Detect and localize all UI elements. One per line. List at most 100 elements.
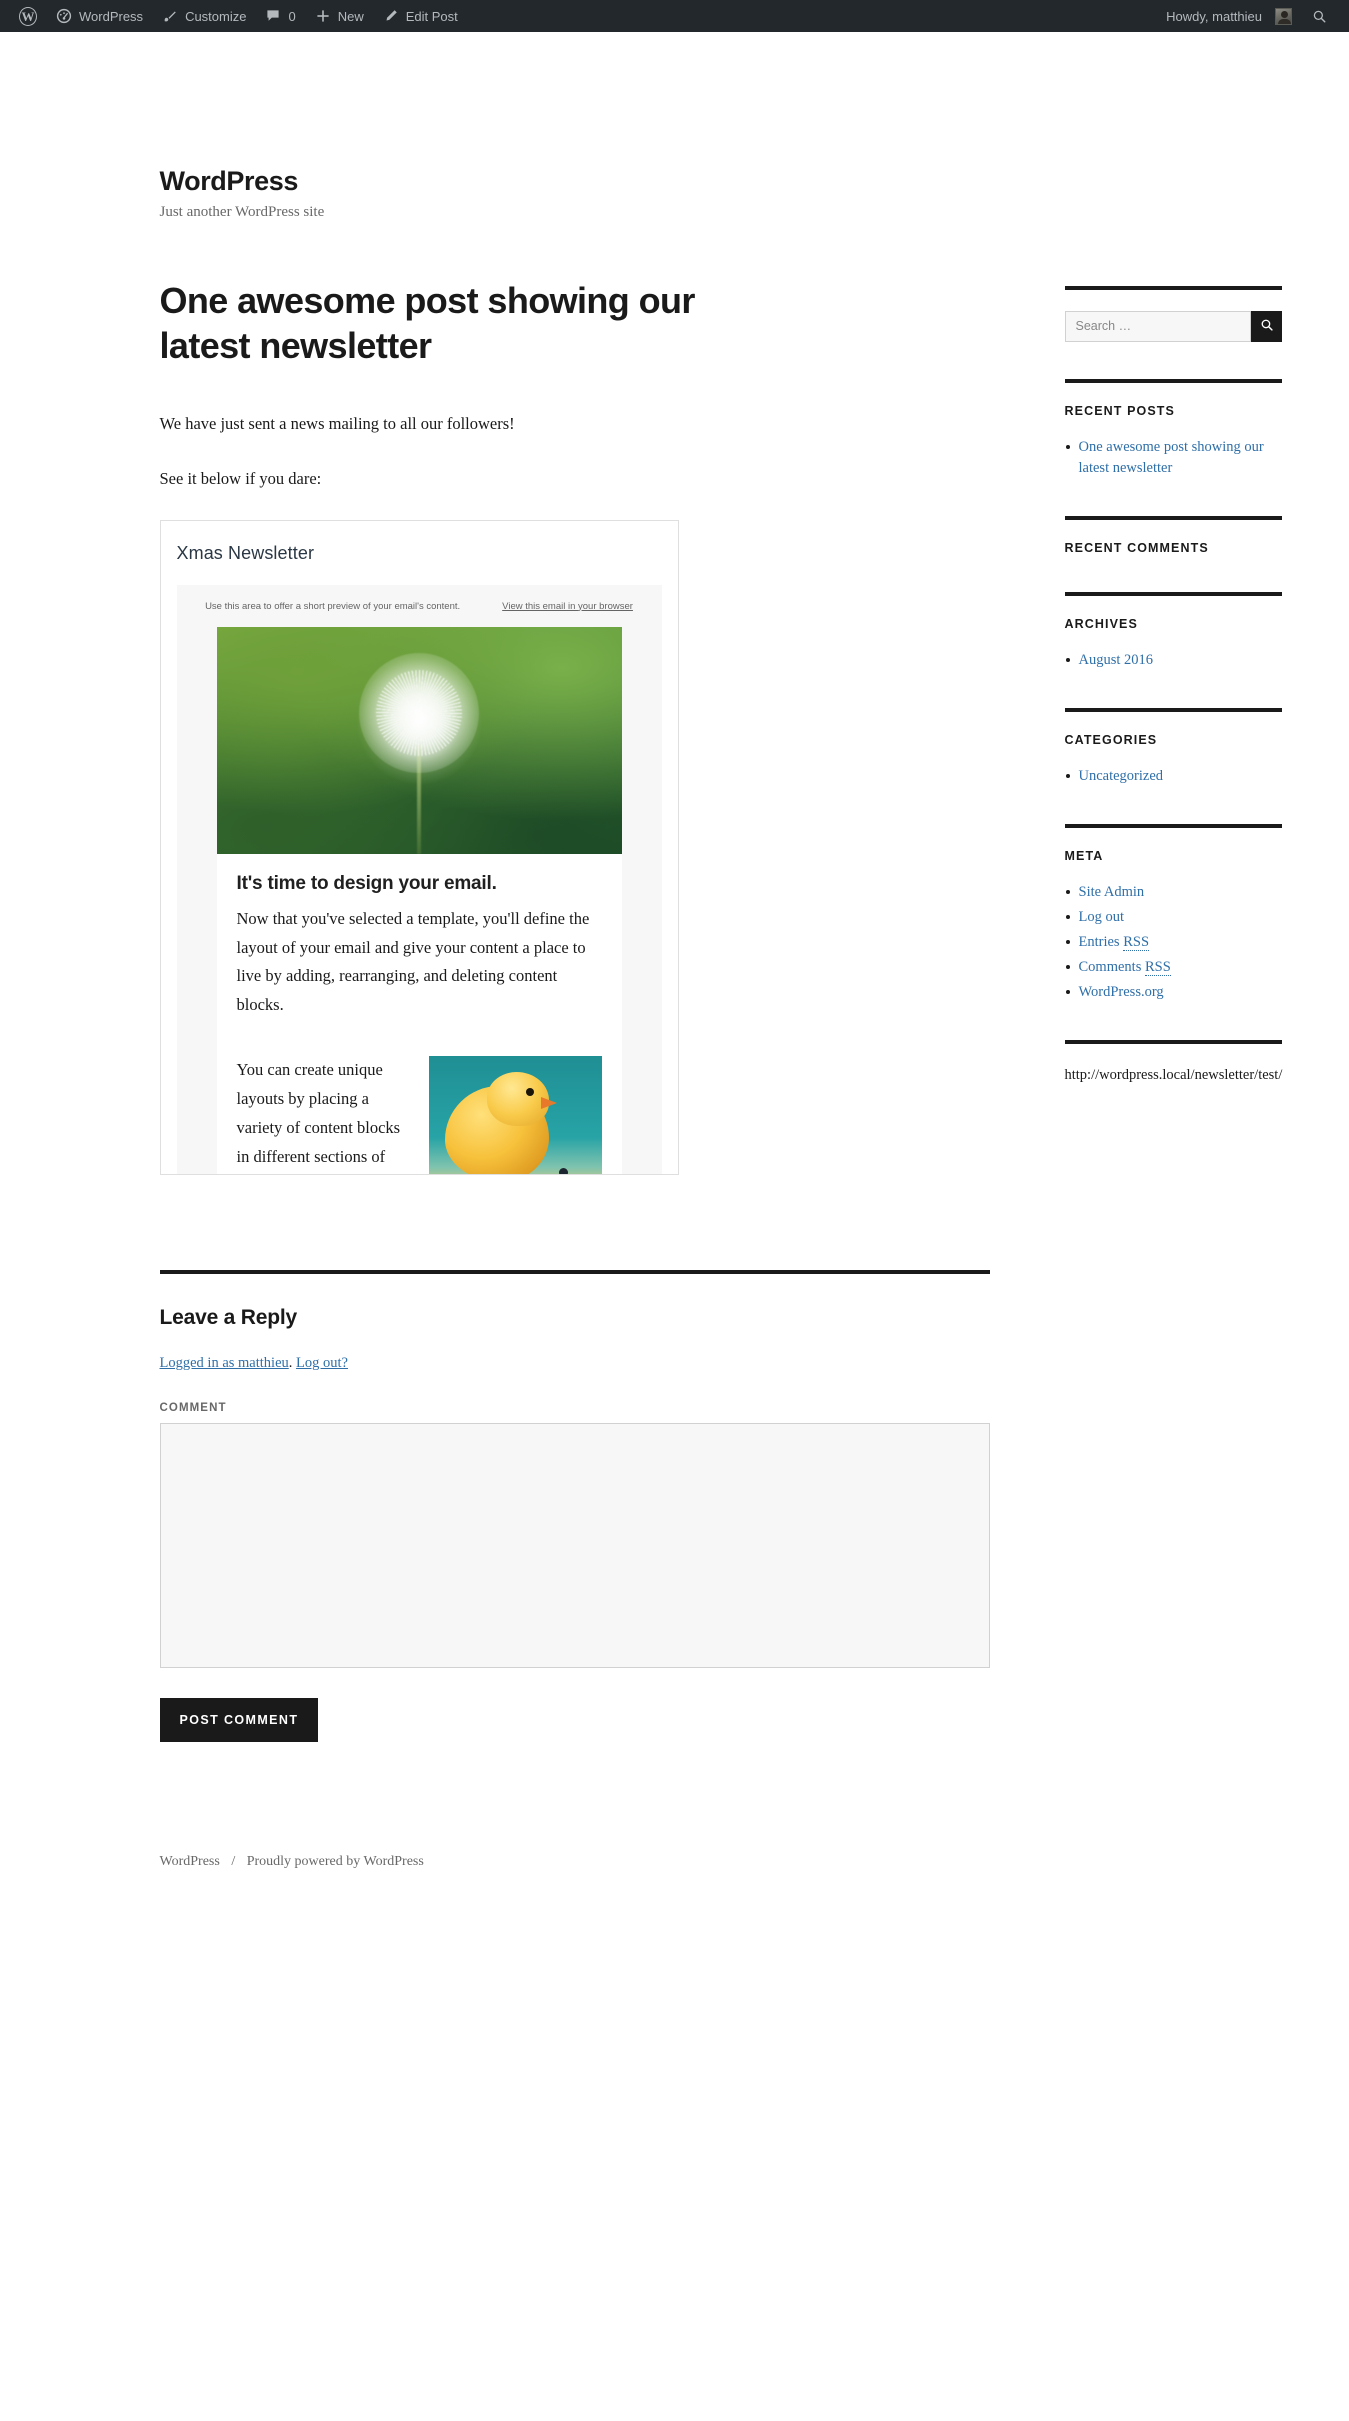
meta-link-entries-rss[interactable]: Entries RSS bbox=[1079, 933, 1150, 951]
widget-title-archives: Archives bbox=[1064, 616, 1138, 631]
newsletter-preview-frame[interactable]: Xmas Newsletter Use this area to offer a… bbox=[159, 519, 679, 1175]
list-item: Entries RSS bbox=[1065, 932, 1283, 953]
site-header: WordPress Just another WordPress site bbox=[160, 32, 1270, 223]
search-submit-button[interactable] bbox=[1251, 310, 1283, 342]
admin-bar-comment-count: 0 bbox=[288, 8, 296, 24]
rss-abbr: RSS bbox=[1144, 959, 1171, 976]
newsletter-preheader-text: Use this area to offer a short preview o… bbox=[205, 600, 461, 612]
admin-bar-left: W WordPress Customize 0 New Edit Post bbox=[0, 0, 467, 32]
entry-content: We have just sent a news mailing to all … bbox=[159, 410, 960, 1175]
howdy-label: Howdy, matthieu bbox=[1166, 8, 1262, 24]
newsletter-two-columns: You can create unique layouts by placing… bbox=[217, 1046, 622, 1175]
logged-in-user-link[interactable]: Logged in as matthieu bbox=[160, 1355, 289, 1371]
widget-search bbox=[1064, 285, 1283, 342]
dashboard-icon bbox=[55, 7, 73, 25]
comment-bubble-icon bbox=[264, 7, 282, 25]
comment-textarea[interactable] bbox=[159, 1422, 990, 1668]
list-item: WordPress.org bbox=[1065, 982, 1283, 1003]
admin-bar-right: Howdy, matthieu bbox=[1157, 0, 1349, 32]
widget-title-recent-comments: Recent Comments bbox=[1064, 540, 1209, 555]
meta-link-wordpress-org[interactable]: WordPress.org bbox=[1079, 984, 1164, 1000]
newsletter-canvas: It's time to design your email. Now that… bbox=[216, 626, 622, 1175]
newsletter-column-paragraph: You can create unique layouts by placing… bbox=[236, 1060, 401, 1166]
paintbrush-icon bbox=[161, 7, 179, 25]
comment-field-label: Comment bbox=[159, 1401, 227, 1414]
list-item: Site Admin bbox=[1065, 882, 1283, 903]
horizon-line bbox=[429, 1174, 602, 1175]
widget-recent-posts: Recent Posts One awesome post showing ou… bbox=[1064, 378, 1283, 479]
pencil-icon bbox=[382, 7, 400, 25]
site-title[interactable]: WordPress bbox=[160, 165, 1270, 197]
admin-bar-wp-logo[interactable]: W bbox=[10, 0, 46, 32]
giant-chick-image bbox=[429, 1056, 603, 1175]
comments-divider bbox=[159, 1269, 990, 1274]
admin-bar-label: New bbox=[337, 8, 364, 24]
widget-title-categories: Categories bbox=[1064, 732, 1158, 747]
post-paragraph: See it below if you dare: bbox=[159, 468, 322, 488]
search-form bbox=[1064, 310, 1283, 342]
search-icon bbox=[1260, 318, 1274, 335]
category-link[interactable]: Uncategorized bbox=[1079, 768, 1164, 784]
admin-bar-label: WordPress bbox=[79, 8, 144, 24]
newsletter-preheader: Use this area to offer a short preview o… bbox=[177, 585, 662, 627]
meta-list: Site Admin Log out Entries RSS Comments … bbox=[1065, 882, 1283, 1003]
admin-bar-item-edit-post[interactable]: Edit Post bbox=[373, 0, 467, 32]
admin-bar-label: Edit Post bbox=[405, 8, 458, 24]
archives-list: August 2016 bbox=[1065, 650, 1283, 671]
newsletter-heading: It's time to design your email. bbox=[236, 872, 497, 894]
sidebar: Recent Posts One awesome post showing ou… bbox=[1064, 278, 1283, 1124]
logged-in-username: matthieu bbox=[238, 1354, 289, 1371]
meta-link-log-out[interactable]: Log out bbox=[1079, 909, 1125, 925]
meta-link-site-admin[interactable]: Site Admin bbox=[1079, 884, 1145, 900]
site-footer: WordPress / Proudly powered by WordPress bbox=[160, 1854, 960, 1930]
list-item: August 2016 bbox=[1065, 650, 1283, 671]
logged-in-as: Logged in as matthieu. Log out? bbox=[160, 1355, 990, 1372]
search-input[interactable] bbox=[1064, 310, 1252, 342]
dandelion-hero-image bbox=[216, 626, 622, 854]
wordpress-logo-icon: W bbox=[19, 6, 37, 26]
meta-link-comments-rss[interactable]: Comments RSS bbox=[1079, 959, 1171, 976]
rss-abbr: RSS bbox=[1123, 933, 1150, 951]
widget-title-recent-posts: Recent Posts bbox=[1064, 403, 1175, 418]
newsletter-intro-block: It's time to design your email. Now that… bbox=[217, 854, 622, 1021]
view-in-browser-link[interactable]: View this email in your browser bbox=[502, 601, 633, 612]
admin-bar: W WordPress Customize 0 New Edit Post Ho… bbox=[0, 0, 1349, 32]
avatar bbox=[1275, 7, 1292, 25]
categories-list: Uncategorized bbox=[1065, 766, 1283, 787]
admin-bar-search-button[interactable] bbox=[1301, 0, 1337, 32]
footer-separator: / bbox=[231, 1853, 236, 1869]
list-item: Comments RSS bbox=[1065, 957, 1283, 978]
widget-divider bbox=[1064, 1040, 1283, 1045]
content-area: One awesome post showing our latest news… bbox=[159, 223, 1283, 1930]
post-comment-button[interactable]: Post Comment bbox=[159, 1697, 319, 1742]
recent-posts-list: One awesome post showing our latest news… bbox=[1065, 437, 1283, 479]
admin-bar-item-wordpress[interactable]: WordPress bbox=[46, 0, 152, 32]
newsletter-image-column bbox=[429, 1056, 621, 1175]
list-item: One awesome post showing our latest news… bbox=[1065, 437, 1283, 479]
recent-post-link[interactable]: One awesome post showing our latest news… bbox=[1079, 439, 1264, 476]
admin-bar-item-customize[interactable]: Customize bbox=[152, 0, 255, 32]
widget-text: http://wordpress.local/newsletter/test/ bbox=[1064, 1040, 1283, 1087]
widget-divider bbox=[1064, 378, 1283, 383]
widget-divider bbox=[1064, 591, 1283, 596]
site-wrapper: WordPress Just another WordPress site On… bbox=[80, 32, 1283, 1930]
widget-meta: Meta Site Admin Log out Entries RSS Comm… bbox=[1064, 823, 1283, 1003]
widget-divider bbox=[1064, 515, 1283, 520]
footer-credit-link[interactable]: Proudly powered by WordPress bbox=[247, 1854, 424, 1869]
page-title: One awesome post showing our latest news… bbox=[159, 279, 696, 366]
newsletter-title: Xmas Newsletter bbox=[176, 542, 315, 563]
footer-site-link[interactable]: WordPress bbox=[160, 1854, 220, 1869]
chick-beak bbox=[541, 1097, 558, 1110]
plus-icon bbox=[314, 7, 332, 25]
widget-title-meta: Meta bbox=[1064, 848, 1104, 863]
admin-bar-item-new[interactable]: New bbox=[305, 0, 373, 32]
widget-divider bbox=[1064, 707, 1283, 712]
logout-link[interactable]: Log out? bbox=[296, 1355, 348, 1371]
admin-bar-item-comments[interactable]: 0 bbox=[255, 0, 304, 32]
meta-link-text: Comments bbox=[1078, 959, 1145, 975]
admin-bar-my-account[interactable]: Howdy, matthieu bbox=[1157, 0, 1301, 32]
newsletter-body: Use this area to offer a short preview o… bbox=[176, 584, 662, 1175]
archive-link[interactable]: August 2016 bbox=[1079, 652, 1154, 668]
main-column: One awesome post showing our latest news… bbox=[159, 278, 990, 1930]
logged-in-prefix: Logged in as bbox=[159, 1354, 239, 1371]
